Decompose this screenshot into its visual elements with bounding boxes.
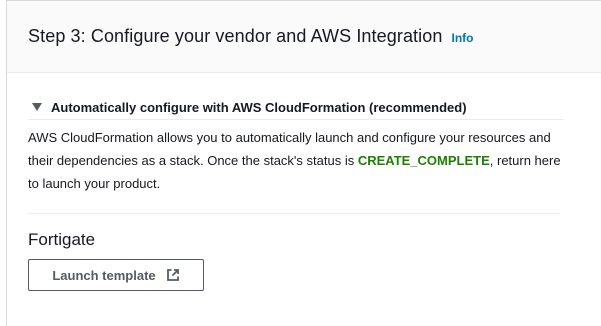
caret-down-icon: [32, 103, 42, 111]
page-title: Step 3: Configure your vendor and AWS In…: [28, 26, 443, 46]
cloudformation-description: AWS CloudFormation allows you to automat…: [28, 126, 568, 195]
product-name: Fortigate: [28, 230, 96, 249]
info-link[interactable]: Info: [451, 31, 473, 45]
launch-template-button[interactable]: Launch template: [28, 259, 204, 291]
cloudformation-expander[interactable]: Automatically configure with AWS CloudFo…: [28, 95, 564, 120]
panel-body: Automatically configure with AWS CloudFo…: [7, 95, 601, 291]
panel-header: Step 3: Configure your vendor and AWS In…: [7, 1, 601, 73]
status-code: CREATE_COMPLETE: [357, 153, 490, 168]
section-divider: [28, 213, 560, 214]
launch-template-label: Launch template: [52, 267, 156, 283]
integration-panel: Step 3: Configure your vendor and AWS In…: [6, 0, 601, 326]
expander-label: Automatically configure with AWS CloudFo…: [51, 99, 467, 115]
external-link-icon: [166, 269, 179, 281]
